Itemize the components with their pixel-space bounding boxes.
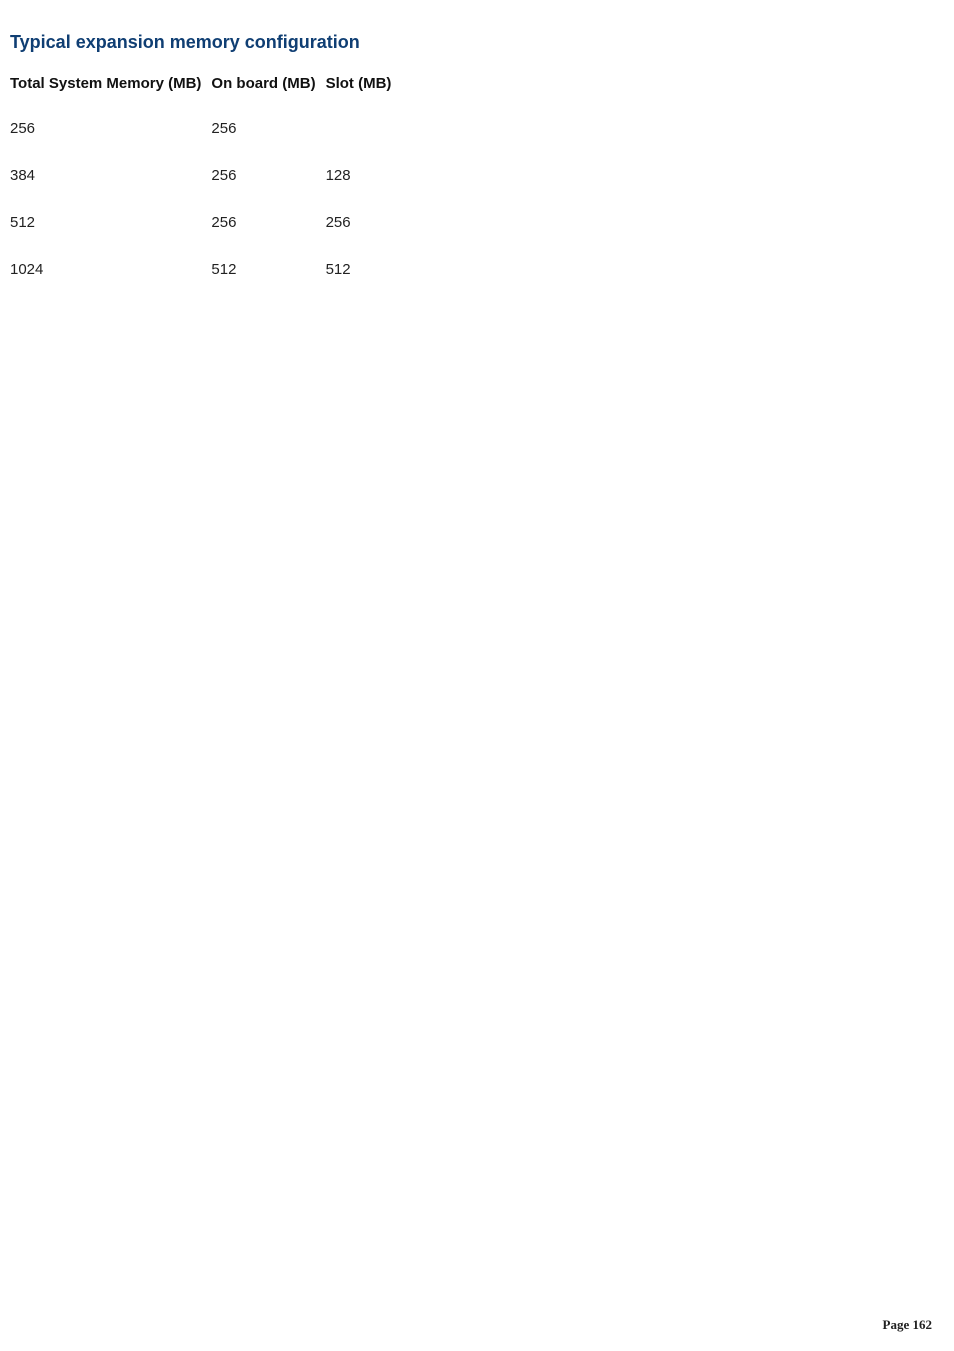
cell-onboard: 256	[211, 214, 325, 261]
col-header-total: Total System Memory (MB)	[10, 75, 211, 120]
cell-slot: 128	[326, 167, 402, 214]
cell-slot: 256	[326, 214, 402, 261]
col-header-slot: Slot (MB)	[326, 75, 402, 120]
cell-total: 512	[10, 214, 211, 261]
cell-slot: 512	[326, 261, 402, 308]
col-header-onboard: On board (MB)	[211, 75, 325, 120]
table-row: 1024 512 512	[10, 261, 401, 308]
table-row: 384 256 128	[10, 167, 401, 214]
memory-config-table: Total System Memory (MB) On board (MB) S…	[10, 75, 401, 308]
cell-total: 1024	[10, 261, 211, 308]
document-page: Typical expansion memory configuration T…	[0, 0, 954, 308]
section-heading: Typical expansion memory configuration	[10, 32, 944, 53]
cell-total: 256	[10, 120, 211, 167]
table-row: 512 256 256	[10, 214, 401, 261]
cell-onboard: 512	[211, 261, 325, 308]
table-row: 256 256	[10, 120, 401, 167]
cell-onboard: 256	[211, 120, 325, 167]
table-header-row: Total System Memory (MB) On board (MB) S…	[10, 75, 401, 120]
cell-onboard: 256	[211, 167, 325, 214]
cell-slot	[326, 120, 402, 167]
cell-total: 384	[10, 167, 211, 214]
page-number: Page 162	[883, 1317, 932, 1333]
